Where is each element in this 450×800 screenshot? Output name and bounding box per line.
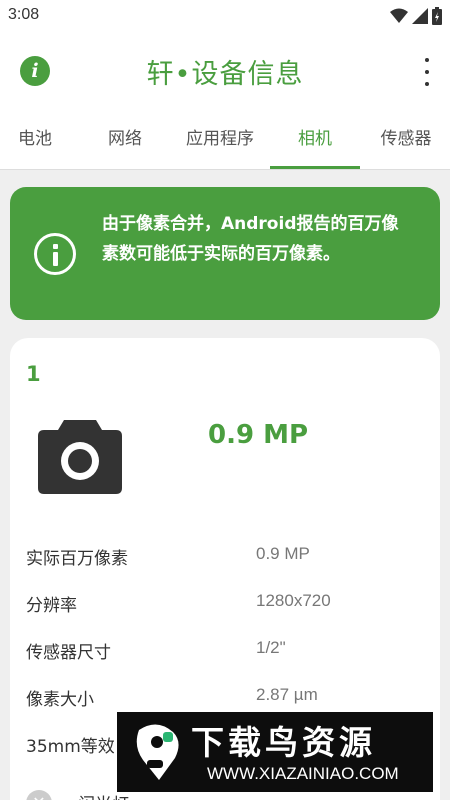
spec-value: 1280x720 [256, 591, 331, 610]
app-bar: i 轩•设备信息 [0, 34, 450, 108]
more-dot [425, 82, 429, 86]
spec-row: 像素大小 2.87 µm [26, 685, 436, 715]
spec-label: 像素大小 [26, 690, 94, 710]
tab-network[interactable]: 网络 [80, 108, 170, 170]
camera-index: 1 [26, 362, 41, 386]
notice-text: 由于像素合并，Android报告的百万像素数可能低于实际的百万像素。 [102, 214, 399, 264]
spec-value: 0.9 MP [256, 544, 310, 563]
tab-bar: 电池 网络 应用程序 相机 传感器 [0, 108, 450, 170]
status-icons [390, 7, 442, 25]
spec-label: 传感器尺寸 [26, 643, 111, 663]
notice-banner: 由于像素合并，Android报告的百万像素数可能低于实际的百万像素。 [10, 187, 440, 320]
more-options-icon[interactable] [422, 58, 432, 86]
status-bar: 3:08 [0, 0, 450, 34]
tab-apps[interactable]: 应用程序 [172, 108, 268, 170]
spec-label: 分辨率 [26, 596, 77, 616]
tab-indicator [270, 166, 360, 169]
spec-label: 实际百万像素 [26, 549, 128, 569]
spec-row: 实际百万像素 0.9 MP [26, 544, 436, 574]
bird-logo-icon [136, 724, 179, 780]
tab-sensors[interactable]: 传感器 [362, 108, 450, 170]
tab-camera[interactable]: 相机 [270, 108, 360, 170]
spec-label: 35mm等效 [26, 737, 115, 757]
app-title: 轩•设备信息 [146, 59, 304, 90]
close-circle-icon: ✕ [26, 790, 52, 800]
wifi-icon [390, 8, 408, 23]
watermark: 下载鸟资源 WWW.XIAZAINIAO.COM [117, 712, 433, 792]
more-dot [425, 58, 429, 62]
spec-row: 传感器尺寸 1/2" [26, 638, 436, 668]
watermark-title: 下载鸟资源 [191, 723, 376, 762]
spec-row: 分辨率 1280x720 [26, 591, 436, 621]
camera-icon [38, 420, 122, 494]
signal-icon [412, 8, 428, 24]
camera-megapixels: 0.9 MP [208, 420, 309, 450]
tab-battery[interactable]: 电池 [0, 108, 70, 170]
watermark-url: WWW.XIAZAINIAO.COM [207, 764, 399, 783]
spec-value: 2.87 µm [256, 685, 318, 704]
spec-value: 1/2" [256, 638, 286, 657]
status-time: 3:08 [8, 6, 40, 23]
battery-icon [432, 7, 442, 25]
more-dot [425, 70, 429, 74]
info-circle-icon [34, 233, 76, 275]
